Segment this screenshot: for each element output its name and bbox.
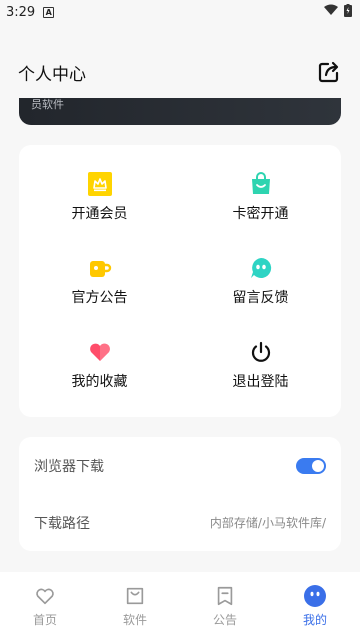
grid-item-label: 卡密开通 bbox=[232, 206, 289, 222]
page-header: 个人中心 bbox=[0, 44, 360, 100]
page-title: 个人中心 bbox=[18, 64, 86, 85]
grid-item-card-activate[interactable]: 卡密开通 bbox=[180, 155, 341, 239]
vip-banner[interactable]: 员软件 bbox=[19, 98, 341, 125]
download-path-label: 下载路径 bbox=[34, 515, 90, 532]
grid-item-favorites[interactable]: 我的收藏 bbox=[19, 323, 180, 407]
browser-download-label: 浏览器下载 bbox=[34, 458, 104, 475]
status-icons bbox=[324, 3, 352, 21]
banner-text: 员软件 bbox=[31, 98, 64, 111]
grid-item-label: 退出登陆 bbox=[232, 374, 289, 390]
grid-item-label: 留言反馈 bbox=[232, 290, 289, 306]
status-bar: 3:29 A bbox=[0, 0, 360, 24]
bag-icon bbox=[248, 171, 274, 197]
tab-home[interactable]: 首页 bbox=[0, 572, 90, 640]
grid-item-label: 我的收藏 bbox=[71, 374, 128, 390]
download-path-row[interactable]: 下载路径 内部存储/小马软件库/ bbox=[19, 494, 341, 551]
heart-outline-icon bbox=[33, 584, 57, 608]
bookmark-icon bbox=[213, 584, 237, 608]
toggle-knob bbox=[312, 459, 324, 472]
tab-software[interactable]: 软件 bbox=[90, 572, 180, 640]
browser-download-row[interactable]: 浏览器下载 bbox=[19, 437, 341, 494]
tab-announcement[interactable]: 公告 bbox=[180, 572, 270, 640]
status-time: 3:29 bbox=[6, 4, 36, 20]
share-icon[interactable] bbox=[316, 59, 342, 85]
mug-icon bbox=[87, 255, 113, 281]
grid-item-announcement[interactable]: 官方公告 bbox=[19, 239, 180, 323]
tab-label: 首页 bbox=[32, 613, 57, 627]
profile-face-icon bbox=[303, 584, 327, 608]
browser-download-toggle[interactable] bbox=[296, 457, 326, 474]
tab-label: 我的 bbox=[302, 613, 327, 627]
grid-item-vip[interactable]: 开通会员 bbox=[19, 155, 180, 239]
download-path-value: 内部存储/小马软件库/ bbox=[209, 516, 326, 530]
heart-icon bbox=[87, 339, 113, 365]
grid-item-label: 开通会员 bbox=[71, 206, 128, 222]
vip-crown-icon bbox=[87, 171, 113, 197]
feature-grid-card: 开通会员 卡密开通 官方公告 留言反馈 我的收藏 退出登陆 bbox=[19, 145, 341, 417]
notification-a-icon: A bbox=[43, 6, 55, 18]
tab-mine[interactable]: 我的 bbox=[270, 572, 360, 640]
bottom-tab-bar: 首页 软件 公告 我的 bbox=[0, 572, 360, 640]
wifi-icon bbox=[324, 4, 338, 20]
grid-item-label: 官方公告 bbox=[71, 290, 128, 306]
tab-label: 软件 bbox=[122, 613, 147, 627]
tab-label: 公告 bbox=[212, 613, 237, 627]
grid-item-logout[interactable]: 退出登陆 bbox=[180, 323, 341, 407]
settings-card: 浏览器下载 下载路径 内部存储/小马软件库/ bbox=[19, 437, 341, 551]
chat-face-icon bbox=[248, 255, 274, 281]
battery-icon bbox=[344, 3, 352, 21]
power-icon bbox=[248, 339, 274, 365]
grid-item-feedback[interactable]: 留言反馈 bbox=[180, 239, 341, 323]
shopping-bag-icon bbox=[123, 584, 147, 608]
